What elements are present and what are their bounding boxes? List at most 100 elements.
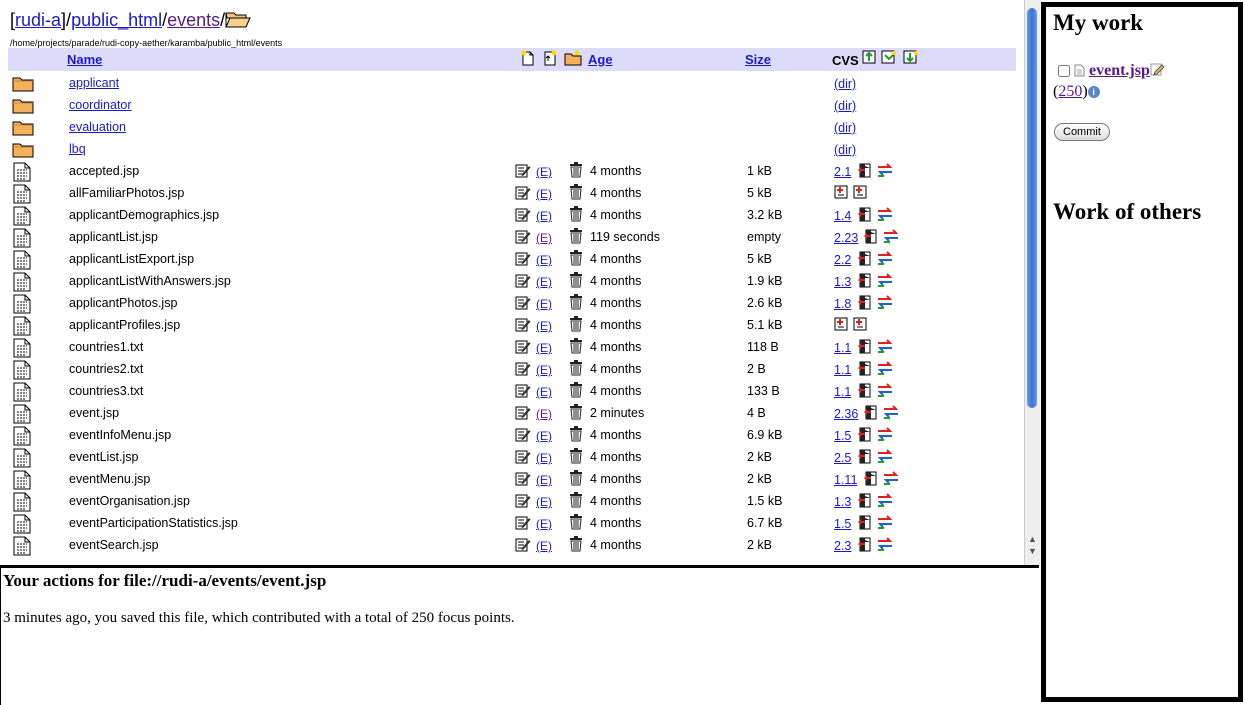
cvs-log-icon[interactable]: [882, 470, 900, 489]
cvs-log-icon[interactable]: [876, 162, 894, 181]
cvs-add-binary-icon[interactable]: [853, 317, 867, 334]
file-name[interactable]: applicantProfiles.jsp: [69, 318, 180, 332]
sort-by-size-link[interactable]: Size: [745, 52, 771, 67]
edit-link[interactable]: (E): [536, 407, 552, 421]
trash-icon[interactable]: [569, 514, 583, 533]
trash-icon[interactable]: [569, 404, 583, 423]
cvs-diff-icon[interactable]: [857, 514, 873, 533]
edit-link[interactable]: (E): [536, 341, 552, 355]
file-name[interactable]: eventList.jsp: [69, 450, 138, 464]
edit-link[interactable]: (E): [536, 517, 552, 531]
cvs-revision-link[interactable]: 1.1: [834, 385, 851, 399]
cvs-revision-link[interactable]: 1.11: [834, 473, 857, 487]
cvs-revision-link[interactable]: 1.3: [834, 275, 851, 289]
file-name[interactable]: countries1.txt: [69, 340, 143, 354]
edit-pencil-icon[interactable]: [1150, 62, 1165, 79]
trash-icon[interactable]: [569, 184, 583, 203]
cvs-diff-icon[interactable]: [857, 426, 873, 445]
cvs-dir-link[interactable]: (dir): [834, 99, 856, 113]
file-name[interactable]: applicantList.jsp: [69, 230, 158, 244]
cvs-log-icon[interactable]: [876, 426, 894, 445]
cvs-log-icon[interactable]: [876, 338, 894, 357]
cvs-diff-icon[interactable]: [863, 470, 879, 489]
cvs-revision-link[interactable]: 2.2: [834, 253, 851, 267]
cvs-add-file-icon[interactable]: [834, 185, 848, 202]
cvs-add-icon[interactable]: [903, 50, 919, 66]
cvs-log-icon[interactable]: [876, 250, 894, 269]
file-name[interactable]: eventOrganisation.jsp: [69, 494, 190, 508]
file-name[interactable]: applicantListExport.jsp: [69, 252, 194, 266]
cvs-log-icon[interactable]: [876, 206, 894, 225]
info-icon[interactable]: i: [1087, 86, 1100, 98]
edit-link[interactable]: (E): [536, 363, 552, 377]
cvs-diff-icon[interactable]: [863, 228, 879, 247]
folder-icon[interactable]: [12, 96, 34, 117]
sort-by-age-link[interactable]: Age: [588, 52, 613, 67]
cvs-log-icon[interactable]: [882, 404, 900, 423]
edit-link[interactable]: (E): [536, 495, 552, 509]
cvs-diff-icon[interactable]: [857, 294, 873, 313]
cvs-revision-link[interactable]: 1.8: [834, 297, 851, 311]
edit-file-icon[interactable]: [515, 229, 531, 247]
my-work-file-link[interactable]: event.jsp: [1089, 62, 1150, 79]
cvs-log-icon[interactable]: [876, 382, 894, 401]
scroll-down-arrow-icon[interactable]: ▼: [1027, 546, 1038, 556]
trash-icon[interactable]: [569, 316, 583, 335]
edit-link[interactable]: (E): [536, 187, 552, 201]
edit-file-icon[interactable]: [515, 361, 531, 379]
commit-button[interactable]: Commit: [1054, 123, 1110, 141]
trash-icon[interactable]: [569, 162, 583, 181]
edit-file-icon[interactable]: [515, 537, 531, 555]
cvs-diff-icon[interactable]: [863, 404, 879, 423]
edit-file-icon[interactable]: [515, 515, 531, 533]
trash-icon[interactable]: [569, 536, 583, 555]
folder-icon[interactable]: [12, 118, 34, 139]
edit-file-icon[interactable]: [515, 273, 531, 291]
cvs-revision-link[interactable]: 1.1: [834, 363, 851, 377]
edit-link[interactable]: (E): [536, 209, 552, 223]
cvs-revision-link[interactable]: 2.23: [834, 231, 858, 245]
file-name[interactable]: event.jsp: [69, 406, 119, 420]
cvs-add-binary-icon[interactable]: [853, 185, 867, 202]
edit-link[interactable]: (E): [536, 297, 552, 311]
folder-link[interactable]: lbq: [69, 142, 86, 156]
file-name[interactable]: applicantDemographics.jsp: [69, 208, 219, 222]
cvs-revision-link[interactable]: 1.5: [834, 429, 851, 443]
file-name[interactable]: eventSearch.jsp: [69, 538, 159, 552]
cvs-log-icon[interactable]: [882, 228, 900, 247]
sort-by-name-link[interactable]: Name: [67, 52, 102, 67]
cvs-log-icon[interactable]: [876, 492, 894, 511]
edit-file-icon[interactable]: [515, 449, 531, 467]
breadcrumb-public-html-link[interactable]: public_html: [71, 10, 162, 30]
cvs-log-icon[interactable]: [876, 514, 894, 533]
folder-icon[interactable]: [12, 74, 34, 95]
trash-icon[interactable]: [569, 426, 583, 445]
vertical-scrollbar[interactable]: ▲ ▼: [1024, 0, 1040, 565]
breadcrumb-events-link[interactable]: events: [167, 10, 220, 30]
edit-link[interactable]: (E): [536, 275, 552, 289]
trash-icon[interactable]: [569, 228, 583, 247]
cvs-revision-link[interactable]: 2.1: [834, 165, 851, 179]
edit-file-icon[interactable]: [515, 251, 531, 269]
edit-file-icon[interactable]: [515, 427, 531, 445]
trash-icon[interactable]: [569, 492, 583, 511]
cvs-diff-icon[interactable]: [857, 272, 873, 291]
cvs-add-file-icon[interactable]: [834, 317, 848, 334]
cvs-commit-icon[interactable]: [881, 50, 897, 66]
cvs-diff-icon[interactable]: [857, 536, 873, 555]
edit-link[interactable]: (E): [536, 539, 552, 553]
file-name[interactable]: countries3.txt: [69, 384, 143, 398]
edit-file-icon[interactable]: [515, 383, 531, 401]
trash-icon[interactable]: [569, 294, 583, 313]
cvs-revision-link[interactable]: 2.36: [834, 407, 858, 421]
cvs-update-icon[interactable]: [862, 50, 878, 66]
cvs-diff-icon[interactable]: [857, 162, 873, 181]
trash-icon[interactable]: [569, 272, 583, 291]
file-name[interactable]: accepted.jsp: [69, 164, 139, 178]
edit-file-icon[interactable]: [515, 405, 531, 423]
trash-icon[interactable]: [569, 382, 583, 401]
edit-link[interactable]: (E): [536, 473, 552, 487]
edit-link[interactable]: (E): [536, 319, 552, 333]
file-name[interactable]: eventParticipationStatistics.jsp: [69, 516, 238, 530]
cvs-diff-icon[interactable]: [857, 382, 873, 401]
